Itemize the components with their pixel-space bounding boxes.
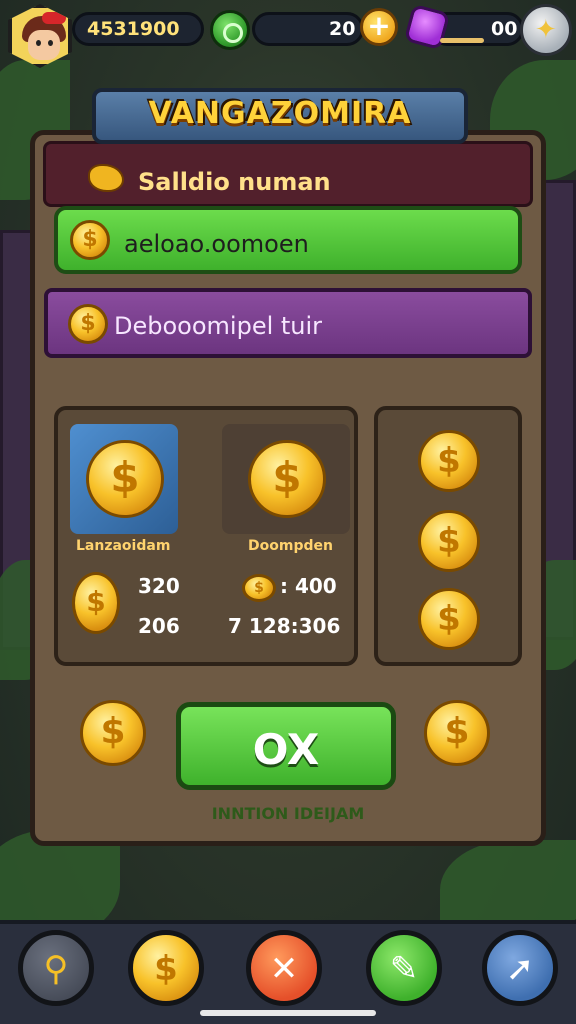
avatar-eye [48,40,53,46]
footer-note: INNTION IDEIJAM [211,804,365,823]
coins-button[interactable]: $ [128,930,204,1006]
dollar-coin-icon: $ [70,220,110,260]
energy-amount: 00 [491,18,518,40]
dollar-coin-icon: $ [424,700,490,766]
currency-counter[interactable]: 4531900 [72,12,204,46]
gems-counter[interactable]: 20 [252,12,364,46]
dollar-coin-icon: $ [418,430,480,492]
reward-middle-value-2: 7 128:306 [228,614,341,638]
dollar-coin-icon: $ [154,949,178,989]
dollar-coin-icon: $ [418,588,480,650]
settings-button[interactable]: ✦ [520,4,572,56]
energy-progress-bar [440,38,484,43]
dollar-coin-icon: $ [80,700,146,766]
search-icon: ⚲ [43,949,69,989]
option-green-row[interactable]: $ aeloao.oomoen [54,206,522,274]
top-bar: 4531900 20 + 00 ✦ [0,0,576,68]
reward-middle-value-1: : 400 [280,574,337,598]
add-currency-button[interactable]: + [360,8,398,46]
ok-button[interactable]: OX [176,702,396,790]
option-purple-label: Debooomipel tuir [114,312,323,340]
reward-left-label: Lanzaoidam [76,538,171,554]
dollar-coin-icon: $ [68,304,108,344]
edit-button[interactable]: ✎ [366,930,442,1006]
avatar-face [28,30,60,60]
home-indicator [200,1010,376,1016]
player-avatar[interactable] [8,4,72,68]
dollar-coin-icon: $ [418,510,480,572]
banner-title: VANGAZOMIRA [148,96,412,131]
gem-icon [210,10,250,50]
settings-icon: ✦ [535,15,557,45]
avatar-eye [36,40,41,46]
dollar-coin-icon: $ [248,440,326,518]
dollar-coin-icon: $ [86,440,164,518]
panel-header-label: Salldio numan [138,168,331,196]
reward-left-value-2: 206 [138,614,180,638]
avatar-cap [42,12,66,24]
close-button[interactable]: ✕ [246,930,322,1006]
share-button[interactable]: ➚ [482,930,558,1006]
reward-left-value-1: 320 [138,574,180,598]
option-green-label: aeloao.oomoen [124,230,309,258]
reward-middle-label: Doompden [248,538,333,554]
pencil-icon: ✎ [389,949,419,989]
gems-amount: 20 [329,18,356,40]
ok-button-label: OX [252,725,320,774]
close-icon: ✕ [269,949,299,989]
currency-amount: 4531900 [87,18,180,40]
title-banner: VANGAZOMIRA [92,88,468,144]
hand-icon [88,164,124,192]
panel-header: Salldio numan [43,141,533,207]
arrow-icon: ➚ [505,949,535,989]
option-purple-row[interactable]: $ Debooomipel tuir [44,288,532,358]
dollar-coin-icon: $ [72,572,120,634]
search-button[interactable]: ⚲ [18,930,94,1006]
small-coin-icon: $ [242,574,276,602]
